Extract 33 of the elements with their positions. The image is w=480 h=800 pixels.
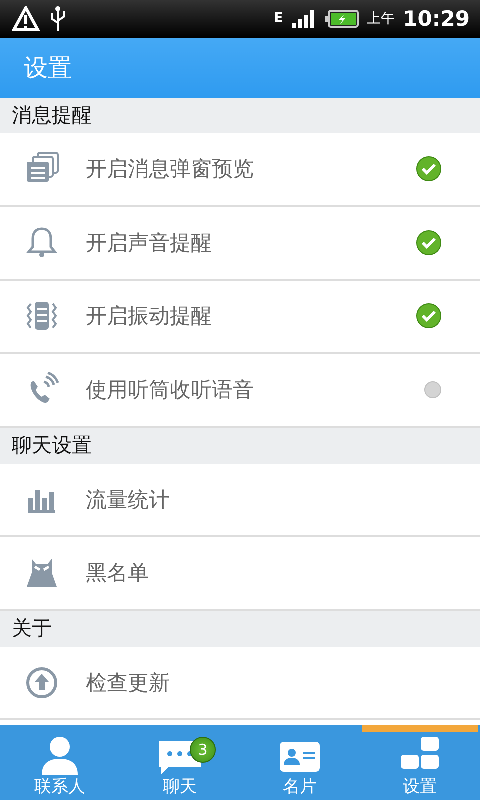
network-type: E bbox=[274, 12, 284, 26]
checked-icon[interactable] bbox=[416, 230, 442, 256]
setting-label: 开启声音提醒 bbox=[86, 230, 213, 257]
section-title: 聊天设置 bbox=[12, 432, 92, 460]
battery-charging-icon bbox=[325, 8, 360, 29]
tab[interactable]: 设置 bbox=[360, 725, 480, 800]
section-title: 消息提醒 bbox=[12, 102, 92, 129]
setting-label: 流量统计 bbox=[86, 486, 171, 514]
setting-label: 开启消息弹窗预览 bbox=[86, 156, 255, 184]
tab[interactable]: 3 聊天 bbox=[120, 725, 240, 800]
time-period: 上午 bbox=[367, 10, 396, 28]
usb-icon bbox=[48, 4, 68, 33]
checked-icon[interactable] bbox=[416, 156, 442, 182]
setting-label: 黑名单 bbox=[86, 560, 150, 588]
page-title: 设置 bbox=[24, 52, 72, 84]
unread-badge: 3 bbox=[190, 737, 216, 764]
tab-label: 名片 bbox=[283, 776, 317, 798]
tab-label: 聊天 bbox=[163, 776, 197, 798]
tab[interactable]: 名片 bbox=[240, 725, 360, 800]
setting-label: 使用听筒收听语音 bbox=[86, 377, 255, 404]
section-title: 关于 bbox=[12, 615, 52, 642]
tab-label: 设置 bbox=[403, 776, 437, 798]
settings-row[interactable]: 流量统计 bbox=[0, 464, 480, 538]
settings-row[interactable]: 开启振动提醒 bbox=[0, 280, 480, 354]
setting-label: 检查更新 bbox=[86, 670, 171, 697]
tab[interactable]: 联系人 bbox=[0, 725, 120, 800]
unchecked-dot[interactable] bbox=[424, 381, 442, 400]
upload-circle-icon bbox=[24, 664, 60, 701]
setting-label: 开启振动提醒 bbox=[86, 303, 213, 330]
tab-label: 联系人 bbox=[34, 776, 86, 798]
clock-time: 10:29 bbox=[403, 6, 470, 31]
warning-icon bbox=[12, 6, 40, 32]
checked-icon[interactable] bbox=[416, 303, 442, 330]
